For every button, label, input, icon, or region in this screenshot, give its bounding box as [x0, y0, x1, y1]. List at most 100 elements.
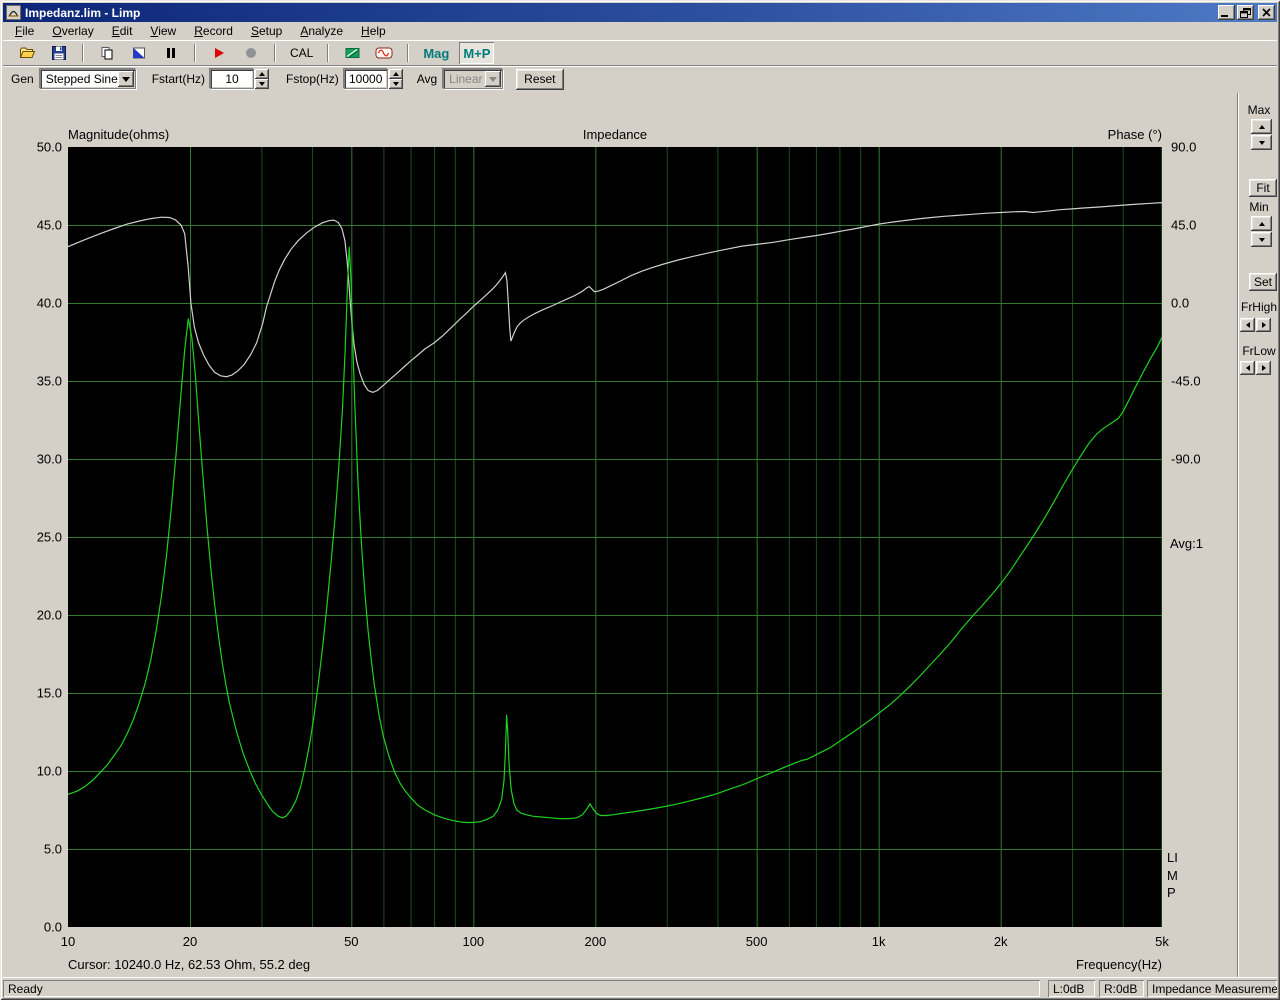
- magnitude-curve: [68, 246, 1162, 824]
- avg-select: Linear: [443, 69, 504, 89]
- measurement-mode: Impedance Measurement: [1147, 980, 1277, 997]
- fstart-spin-down[interactable]: [255, 79, 270, 89]
- phase-curve: [68, 202, 1162, 393]
- save-button[interactable]: [46, 42, 72, 64]
- x-tick-label: 2k: [993, 934, 1008, 949]
- generator-button[interactable]: [371, 42, 397, 64]
- average-count: Avg:1: [1170, 536, 1204, 551]
- chart-title: Impedance: [582, 127, 648, 142]
- generator-type-value: Stepped Sine: [45, 72, 118, 86]
- avg-label: Avg: [416, 72, 438, 86]
- frlow-label: FrLow: [1242, 344, 1276, 358]
- minimize-button[interactable]: [1218, 5, 1235, 20]
- close-button[interactable]: [1258, 5, 1275, 20]
- menu-edit[interactable]: Edit: [103, 22, 142, 40]
- copy-button[interactable]: [94, 42, 120, 64]
- y-left-tick-label: 40.0: [36, 295, 62, 311]
- chevron-down-icon: [485, 71, 502, 87]
- cal-button[interactable]: CAL: [286, 42, 317, 64]
- close-icon: [1262, 8, 1271, 17]
- menu-view[interactable]: View: [141, 22, 185, 40]
- play-button[interactable]: [206, 42, 232, 64]
- pause-icon: [167, 48, 175, 58]
- pause-button[interactable]: [158, 42, 184, 64]
- plot-panel: Magnitude(ohms) Impedance Phase (°) 50.0…: [3, 93, 1237, 977]
- x-tick-label: 500: [745, 934, 768, 949]
- x-tick-label: 200: [584, 934, 607, 949]
- y-left-tick-label: 35.0: [36, 373, 62, 389]
- magnitude-phase-view-button[interactable]: M+P: [459, 42, 495, 64]
- frlow-right-button[interactable]: [1256, 361, 1271, 375]
- restore-button[interactable]: [1237, 5, 1254, 20]
- fstop-label: Fstop(Hz): [286, 72, 339, 86]
- max-spin-up[interactable]: [1251, 119, 1272, 134]
- y-right-tick-label: 45.0: [1171, 217, 1197, 233]
- generator-type-select[interactable]: Stepped Sine: [39, 69, 136, 89]
- fstop-input[interactable]: 10000: [343, 69, 388, 89]
- min-spin-up[interactable]: [1251, 216, 1272, 231]
- impedance-chart[interactable]: [68, 147, 1162, 927]
- frhigh-right-button[interactable]: [1256, 318, 1271, 332]
- spectrum-button[interactable]: [339, 42, 365, 64]
- avg-value: Linear: [449, 72, 483, 86]
- x-axis-title: Frequency(Hz): [1076, 957, 1162, 972]
- app-window: Impedanz.lim - Limp File Overlay Edit Vi…: [0, 0, 1280, 1000]
- fstop-spin-down[interactable]: [388, 79, 403, 89]
- toolbar: CAL Mag M+P: [3, 40, 1277, 65]
- record-icon: [246, 48, 256, 58]
- frlow-left-button[interactable]: [1240, 361, 1255, 375]
- menu-help[interactable]: Help: [352, 22, 395, 40]
- record-button[interactable]: [238, 42, 264, 64]
- fit-button[interactable]: Fit: [1249, 179, 1277, 197]
- color-setup-button[interactable]: [126, 42, 152, 64]
- y-right-tick-label: -45.0: [1171, 373, 1201, 389]
- statusbar: Ready L:0dB R:0dB Impedance Measurement: [3, 977, 1277, 997]
- app-icon: [6, 5, 21, 20]
- save-floppy-icon: [52, 46, 66, 60]
- fstart-spin-up[interactable]: [255, 69, 270, 79]
- play-icon: [215, 48, 224, 58]
- toolbar-separator: [274, 44, 276, 62]
- titlebar[interactable]: Impedanz.lim - Limp: [3, 3, 1277, 22]
- menu-overlay[interactable]: Overlay: [43, 22, 102, 40]
- chevron-down-icon[interactable]: [117, 71, 134, 87]
- spectrum-icon: [345, 48, 360, 58]
- min-spin-down[interactable]: [1251, 232, 1272, 247]
- menu-record[interactable]: Record: [185, 22, 242, 40]
- open-folder-icon: [19, 47, 35, 58]
- reset-button[interactable]: Reset: [516, 68, 564, 90]
- menu-setup[interactable]: Setup: [242, 22, 291, 40]
- toolbar-separator: [194, 44, 196, 62]
- open-button[interactable]: [14, 42, 40, 64]
- fstop-spin-up[interactable]: [388, 69, 403, 79]
- max-spin-down[interactable]: [1251, 135, 1272, 150]
- frhigh-left-button[interactable]: [1240, 318, 1255, 332]
- y-left-tick-label: 50.0: [36, 139, 62, 155]
- max-label: Max: [1247, 103, 1271, 117]
- menu-analyze[interactable]: Analyze: [291, 22, 352, 40]
- right-axis-title: Phase (°): [1107, 127, 1162, 142]
- x-tick-label: 5k: [1155, 934, 1169, 949]
- x-tick-label: 100: [462, 934, 485, 949]
- sine-wave-icon: [375, 47, 393, 59]
- y-left-tick-label: 45.0: [36, 217, 62, 233]
- left-level-indicator: L:0dB: [1048, 980, 1095, 997]
- x-tick-label: 20: [182, 934, 198, 949]
- minimize-icon: [1221, 15, 1228, 17]
- color-triangle-icon: [133, 47, 145, 59]
- fstart-label: Fstart(Hz): [151, 72, 206, 86]
- y-left-tick-label: 15.0: [36, 685, 62, 701]
- set-button[interactable]: Set: [1249, 273, 1277, 291]
- fstart-spinner: [255, 69, 270, 89]
- x-tick-label: 50: [344, 934, 359, 949]
- gen-label: Gen: [11, 72, 34, 86]
- magnitude-view-button[interactable]: Mag: [419, 42, 453, 64]
- menu-file[interactable]: File: [6, 22, 43, 40]
- min-label: Min: [1249, 200, 1269, 214]
- right-level-indicator: R:0dB: [1099, 980, 1144, 997]
- y-right-tick-label: 90.0: [1171, 139, 1197, 155]
- toolbar-separator: [82, 44, 84, 62]
- fstart-input[interactable]: 10: [210, 69, 255, 89]
- panel-divider: [1237, 93, 1239, 977]
- y-left-tick-label: 30.0: [36, 451, 62, 467]
